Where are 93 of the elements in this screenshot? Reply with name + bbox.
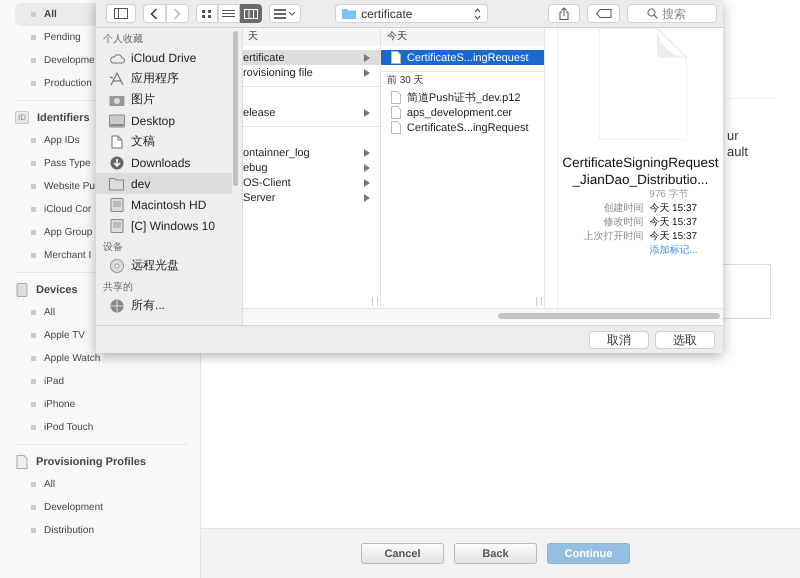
dialog-button[interactable]: 选取 (655, 330, 715, 348)
group-header: 前 30 天 (386, 75, 424, 86)
file-row[interactable]: CertificateS...ingRequest (380, 50, 544, 65)
sidebar-item[interactable]: 应用程序 (96, 68, 232, 89)
detail-value: 今天 15:37 (649, 202, 698, 216)
sidebar-item[interactable]: Distribution (15, 519, 171, 542)
columns-icon (244, 8, 258, 18)
section-title: Devices (36, 284, 78, 296)
file-row[interactable]: ebug (243, 160, 380, 175)
folder-icon (109, 176, 125, 190)
download-icon (109, 156, 125, 170)
section-title: 共享的 (102, 280, 134, 295)
file-row[interactable]: 简道Push证书_dev.p12 (380, 90, 544, 105)
sidebar-item[interactable]: 所有... (96, 295, 232, 316)
sidebar-toggle-button[interactable] (106, 4, 136, 23)
section-title: Provisioning Profiles (36, 456, 146, 468)
column-resize-handle[interactable] (536, 297, 542, 306)
arrange-button[interactable] (268, 4, 302, 23)
sidebar-item[interactable]: [C] Windows 10 (96, 215, 232, 236)
list-view-button[interactable] (218, 4, 240, 23)
section-title: 设备 (102, 241, 124, 255)
sidebar-item[interactable]: dev (96, 173, 232, 194)
column-view-button[interactable] (240, 4, 262, 23)
share-icon (559, 7, 570, 20)
footer-button[interactable]: Back (454, 543, 537, 564)
section-title: Identifiers (37, 112, 90, 124)
detail-label: 修改时间 (602, 216, 644, 230)
file-row[interactable]: CertificateS...ingRequest (380, 120, 544, 135)
sidebar-item[interactable]: iPad (15, 370, 171, 393)
detail-value: 今天 15:37 (649, 230, 698, 244)
file-row[interactable]: ontainner_log (243, 145, 380, 160)
identifiers-badge: ID (15, 111, 29, 124)
back-button[interactable] (142, 4, 166, 23)
share-button[interactable] (548, 4, 580, 23)
footer-button[interactable]: Cancel (361, 543, 444, 564)
sidebar-item[interactable]: Downloads (96, 152, 232, 173)
file-name: CertificateSigningRequest_JianDao_Distributio... (561, 154, 720, 188)
section-title: 个人收藏 (102, 32, 144, 47)
icon-view-button[interactable] (196, 4, 218, 23)
folder-icon (342, 8, 356, 19)
file-icon (390, 51, 401, 64)
document-icon (16, 454, 28, 468)
sidebar-item[interactable]: Macintosh HD (96, 194, 232, 215)
search-field[interactable]: 搜索 (627, 4, 718, 23)
file-size: 976 字节 (649, 188, 690, 202)
tag-icon (596, 9, 612, 18)
apps-icon (109, 72, 125, 86)
file-row[interactable]: Server (243, 190, 380, 205)
file-row[interactable]: aps_development.cer (380, 105, 544, 120)
sidebar-item[interactable]: Development (15, 496, 171, 519)
file-row[interactable]: OS-Client (243, 175, 380, 190)
file-icon (390, 121, 401, 134)
sidebar-item[interactable]: Apple Watch (15, 347, 171, 370)
file-icon (390, 106, 401, 119)
sidebar-item[interactable]: 远程光盘 (96, 255, 232, 276)
updown-icon (474, 8, 481, 20)
list-icon (222, 8, 236, 18)
phone-icon (16, 282, 28, 296)
desktop-icon (109, 114, 125, 128)
network-icon (109, 298, 125, 312)
body-text: ault (727, 144, 749, 160)
sidebar-icon (114, 8, 128, 19)
group-header: 今天 (386, 31, 407, 42)
column-resize-handle[interactable] (372, 297, 378, 306)
sidebar-item[interactable]: iCloud Drive (96, 47, 232, 68)
tag-button[interactable] (587, 4, 620, 23)
sidebar-item[interactable]: Apple TV (15, 324, 171, 347)
disclosure-icon (364, 108, 370, 116)
group-header: 天 (248, 31, 258, 42)
search-icon (647, 8, 658, 19)
detail-label: 上次打开时间 (582, 230, 644, 244)
grid-icon (200, 8, 213, 18)
sidebar-item[interactable]: 文稿 (96, 131, 232, 152)
back-icon (150, 8, 158, 20)
sidebar-item[interactable]: iPhone (15, 393, 171, 416)
forward-icon (173, 8, 182, 20)
sidebar-item[interactable]: iPod Touch (15, 416, 171, 439)
file-row[interactable]: ertificate (243, 50, 380, 65)
detail-label: 创建时间 (602, 202, 644, 216)
sidebar-item[interactable]: 图片 (96, 89, 232, 110)
file-row[interactable]: elease (243, 105, 380, 120)
file-icon (390, 91, 401, 104)
scrollbar[interactable] (498, 313, 720, 319)
arrange-icon (274, 8, 296, 18)
sidebar-item[interactable]: All (15, 473, 171, 496)
dialog-button[interactable]: 取消 (589, 330, 649, 348)
path-popup[interactable]: certificate (335, 4, 488, 23)
file-row[interactable]: rovisioning file (243, 65, 380, 80)
body-text: ur (727, 128, 740, 144)
docs-icon (109, 134, 125, 148)
disc-icon (109, 258, 125, 272)
sidebar-item[interactable]: Desktop (96, 110, 232, 131)
detail-value: 今天 15:37 (649, 216, 698, 230)
